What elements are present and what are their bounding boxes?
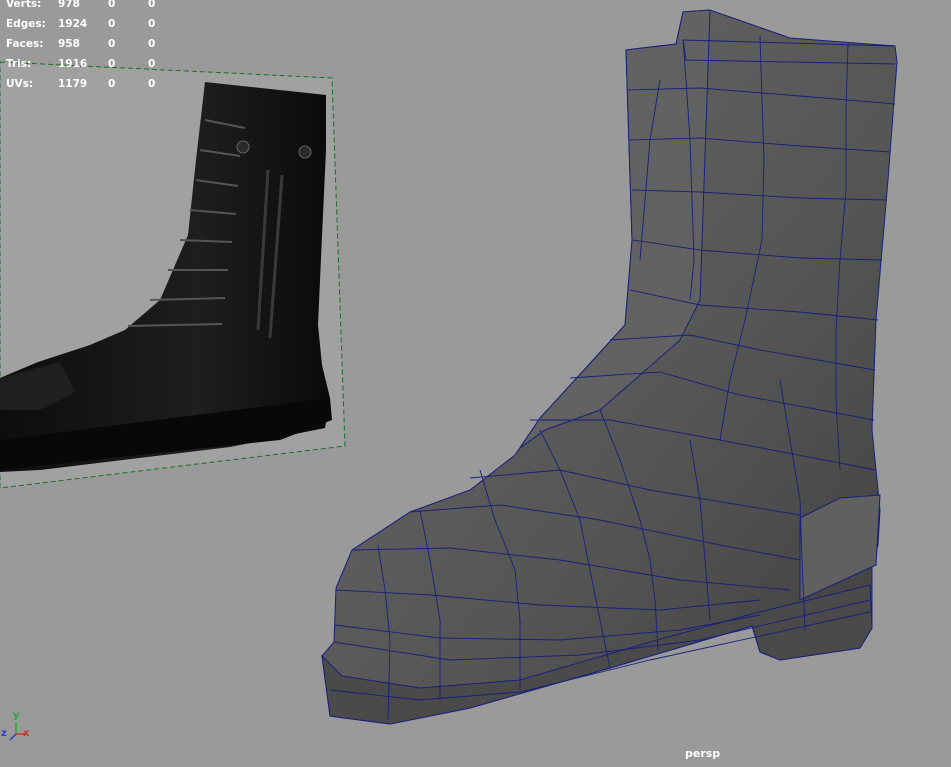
hud-row-uvs: UVs: 1179 0 0: [6, 74, 188, 94]
hud-label: Verts:: [6, 0, 42, 10]
hud-value: 958: [58, 38, 80, 50]
hud-value: 0: [108, 0, 116, 10]
hud-value: 0: [108, 18, 116, 30]
axis-y-label: y: [13, 710, 20, 721]
hud-value: 0: [148, 38, 156, 50]
axis-z-label: z: [1, 728, 7, 739]
image-plane[interactable]: [0, 61, 346, 489]
boot-mesh[interactable]: [321, 9, 898, 725]
camera-name-label: persp: [685, 747, 721, 760]
hud-value: 0: [148, 58, 156, 70]
hud-value: 0: [148, 78, 156, 90]
hud-label: Faces:: [6, 38, 44, 50]
hud-value: 1924: [58, 18, 88, 30]
hud-label: Edges:: [6, 18, 46, 30]
scene-canvas[interactable]: [0, 0, 951, 763]
hud-row-faces: Faces: 958 0 0: [6, 34, 188, 54]
hud-row-verts: Verts: 978 0 0: [6, 0, 188, 14]
hud-value: 0: [148, 0, 156, 10]
hud-value: 0: [108, 78, 116, 90]
hud-label: UVs:: [6, 78, 34, 90]
perspective-viewport[interactable]: Verts: 978 0 0 Edges: 1924 0 0 Faces: 95…: [0, 0, 951, 763]
hud-label: Tris:: [6, 58, 32, 70]
axis-x-label: x: [23, 728, 30, 739]
hud-value: 978: [58, 0, 80, 10]
poly-count-hud: Verts: 978 0 0 Edges: 1924 0 0 Faces: 95…: [6, 0, 188, 94]
hud-value: 0: [108, 38, 116, 50]
hud-row-edges: Edges: 1924 0 0: [6, 14, 188, 34]
hud-value: 1179: [58, 78, 88, 90]
hud-row-tris: Tris: 1916 0 0: [6, 54, 188, 74]
axis-labels: y z x: [0, 708, 40, 748]
hud-value: 0: [108, 58, 116, 70]
hud-value: 0: [148, 18, 156, 30]
hud-value: 1916: [58, 58, 88, 70]
